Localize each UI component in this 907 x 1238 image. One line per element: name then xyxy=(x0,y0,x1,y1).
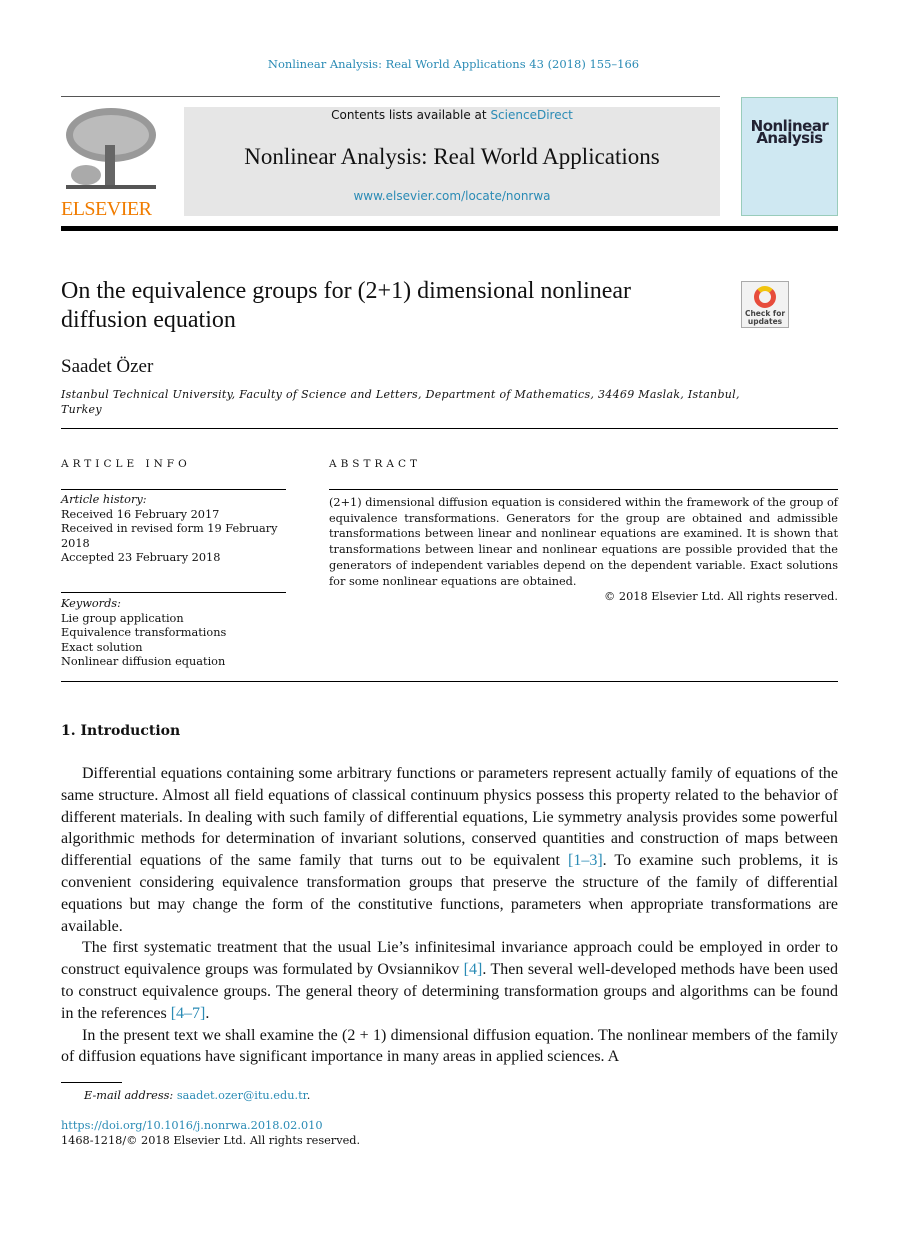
history-label: Article history: xyxy=(61,493,147,506)
elsevier-logo: ELSEVIER xyxy=(61,105,161,220)
abstract-copyright: © 2018 Elsevier Ltd. All rights reserved… xyxy=(604,590,838,604)
abstract-heading: ABSTRACT xyxy=(329,458,422,470)
contents-prefix: Contents lists available at xyxy=(331,108,491,122)
keywords: Keywords: Lie group application Equivale… xyxy=(61,597,289,670)
paragraph: Differential equations containing some a… xyxy=(61,763,838,937)
divider xyxy=(329,489,838,490)
running-head[interactable]: Nonlinear Analysis: Real World Applicati… xyxy=(0,57,907,71)
text: . xyxy=(205,1004,210,1022)
divider xyxy=(61,592,286,593)
abstract-text: (2+1) dimensional diffusion equation is … xyxy=(329,496,838,588)
affiliation: Istanbul Technical University, Faculty o… xyxy=(61,388,740,416)
issn-copyright: 1468-1218/© 2018 Elsevier Ltd. All right… xyxy=(61,1134,361,1147)
keyword: Exact solution xyxy=(61,640,143,654)
article-info-heading: ARTICLE INFO xyxy=(61,458,191,470)
history-item: Received 16 February 2017 xyxy=(61,507,220,521)
journal-title: Nonlinear Analysis: Real World Applicati… xyxy=(244,144,660,169)
contents-line: Contents lists available at ScienceDirec… xyxy=(184,107,720,123)
email-footnote: E-mail address: saadet.ozer@itu.edu.tr. xyxy=(84,1089,311,1102)
body-text: Differential equations containing some a… xyxy=(61,763,838,1068)
divider xyxy=(61,428,838,429)
check-for-updates-badge[interactable]: Check for updates xyxy=(741,281,789,328)
divider xyxy=(61,489,286,490)
divider xyxy=(61,681,838,682)
doi-url[interactable]: https://doi.org/10.1016/j.nonrwa.2018.02… xyxy=(61,1119,323,1132)
keyword: Equivalence transformations xyxy=(61,626,227,640)
footnote-rule xyxy=(61,1082,122,1083)
history-item: Received in revised form 19 February 201… xyxy=(61,522,278,550)
journal-masthead: Contents lists available at ScienceDirec… xyxy=(184,107,720,216)
journal-cover[interactable]: Nonlinear Analysis xyxy=(741,97,838,216)
email-link[interactable]: saadet.ozer@itu.edu.tr xyxy=(177,1089,307,1102)
doi-link[interactable]: https://doi.org/10.1016/j.nonrwa.2018.02… xyxy=(61,1119,323,1134)
sciencedirect-link[interactable]: ScienceDirect xyxy=(490,108,572,122)
keywords-label: Keywords: xyxy=(61,597,121,610)
journal-url[interactable]: www.elsevier.com/locate/nonrwa xyxy=(184,189,720,203)
masthead-rule xyxy=(61,226,838,231)
section-heading: 1. Introduction xyxy=(61,723,181,739)
cover-title: Nonlinear Analysis xyxy=(750,117,829,147)
bookmark-icon xyxy=(754,286,776,308)
tree-icon xyxy=(66,108,156,189)
keyword: Nonlinear diffusion equation xyxy=(61,655,226,669)
citation-link[interactable]: [1–3] xyxy=(568,852,603,869)
citation-link[interactable]: [4] xyxy=(464,961,483,978)
citation-link[interactable]: [4–7] xyxy=(171,1005,206,1022)
history-item: Accepted 23 February 2018 xyxy=(61,551,221,565)
author: Saadet Özer xyxy=(61,356,154,377)
publisher-wordmark: ELSEVIER xyxy=(61,198,152,220)
abstract: (2+1) dimensional diffusion equation is … xyxy=(329,495,838,605)
check-updates-label: Check for updates xyxy=(744,309,786,326)
email-label: E-mail address: xyxy=(84,1089,177,1102)
article-history: Article history: Received 16 February 20… xyxy=(61,493,289,566)
paragraph: The first systematic treatment that the … xyxy=(61,937,838,1024)
divider xyxy=(61,96,720,97)
article-title: On the equivalence groups for (2+1) dime… xyxy=(61,278,632,333)
paragraph: In the present text we shall examine the… xyxy=(61,1026,838,1066)
keyword: Lie group application xyxy=(61,611,184,625)
